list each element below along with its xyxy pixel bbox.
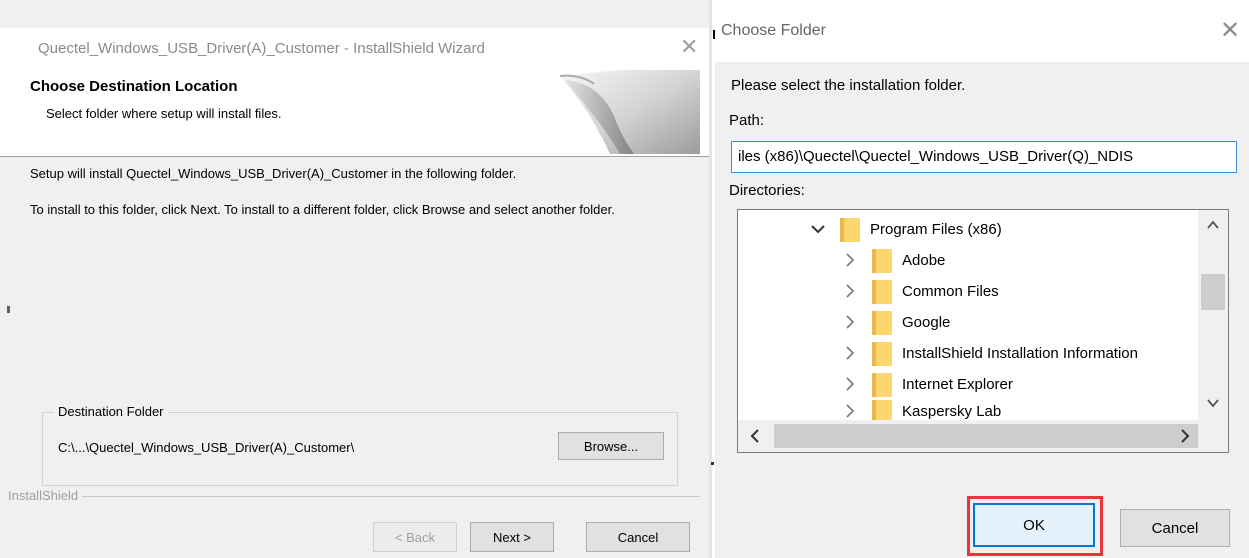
choose-folder-dialog: Choose Folder ✕ Please select the instal… — [715, 0, 1249, 558]
tree-item-label: Kaspersky Lab — [902, 402, 1002, 420]
folder-icon — [840, 218, 860, 242]
choose-folder-title: Choose Folder — [721, 22, 826, 39]
browse-button[interactable]: Browse... — [558, 432, 664, 460]
chevron-right-icon[interactable] — [842, 252, 858, 268]
tree-item-adobe[interactable]: Adobe — [842, 245, 945, 275]
tree-item-label: Program Files (x86) — [870, 220, 1002, 238]
wizard-window-title: Quectel_Windows_USB_Driver(A)_Customer -… — [38, 40, 485, 57]
page-curl-banner-icon — [560, 70, 700, 154]
tree-item-label: InstallShield Installation Information — [902, 344, 1138, 362]
vertical-scrollbar[interactable] — [1198, 210, 1228, 420]
wizard-instructions: To install to this folder, click Next. T… — [30, 202, 615, 217]
ok-button[interactable]: OK — [973, 503, 1095, 547]
choose-folder-cancel-button[interactable]: Cancel — [1120, 509, 1230, 547]
folder-icon — [872, 373, 892, 397]
folder-icon — [872, 280, 892, 304]
horizontal-scroll-thumb[interactable] — [774, 424, 1198, 448]
folder-icon — [872, 311, 892, 335]
directory-tree[interactable]: Program Files (x86) Adobe Common Files G… — [737, 209, 1229, 453]
edge-marker-mid — [711, 462, 714, 465]
back-button[interactable]: < Back — [373, 522, 457, 552]
installshield-brand-label: InstallShield — [8, 488, 83, 503]
tree-item-label: Adobe — [902, 251, 946, 269]
destination-folder-label: Destination Folder — [54, 404, 168, 419]
wizard-cancel-button[interactable]: Cancel — [586, 522, 690, 552]
horizontal-scrollbar[interactable] — [738, 420, 1228, 452]
tree-item-label: Common Files — [902, 282, 999, 300]
choose-folder-close-icon[interactable]: ✕ — [1220, 19, 1240, 43]
installshield-wizard-window: Quectel_Windows_USB_Driver(A)_Customer -… — [0, 0, 712, 558]
folder-icon — [872, 342, 892, 366]
scroll-up-arrow-icon[interactable] — [1206, 218, 1220, 232]
tree-item-installshield-info[interactable]: InstallShield Installation Information — [842, 338, 1138, 368]
tree-item-google[interactable]: Google — [842, 307, 950, 337]
tree-item-label: Internet Explorer — [902, 375, 1013, 393]
directories-label: Directories: — [729, 182, 805, 199]
wizard-subheading: Select folder where setup will install f… — [46, 106, 282, 121]
tree-item-program-files-x86[interactable]: Program Files (x86) — [810, 214, 1002, 244]
installshield-divider — [8, 496, 700, 497]
wizard-header-divider — [0, 156, 712, 157]
chevron-right-icon[interactable] — [842, 314, 858, 330]
path-label: Path: — [729, 112, 765, 129]
scroll-right-arrow-icon[interactable] — [1178, 428, 1192, 444]
tree-item-label: Google — [902, 313, 951, 331]
folder-icon — [872, 249, 892, 273]
vertical-scroll-thumb[interactable] — [1201, 274, 1225, 310]
edge-marker — [7, 306, 10, 313]
chevron-right-icon[interactable] — [842, 403, 858, 419]
chevron-right-icon[interactable] — [842, 283, 858, 299]
scroll-down-arrow-icon[interactable] — [1206, 396, 1220, 410]
tree-item-internet-explorer[interactable]: Internet Explorer — [842, 369, 1013, 399]
path-input[interactable]: iles (x86)\Quectel\Quectel_Windows_USB_D… — [731, 141, 1237, 173]
wizard-description: Setup will install Quectel_Windows_USB_D… — [30, 166, 517, 181]
tree-item-common-files[interactable]: Common Files — [842, 276, 999, 306]
window-divider — [709, 0, 712, 558]
chevron-right-icon[interactable] — [842, 376, 858, 392]
choose-folder-prompt: Please select the installation folder. — [731, 77, 966, 94]
wizard-close-icon[interactable]: ✕ — [680, 36, 698, 58]
destination-path: C:\...\Quectel_Windows_USB_Driver(A)_Cus… — [58, 440, 355, 455]
scroll-left-arrow-icon[interactable] — [748, 428, 762, 444]
chevron-down-icon[interactable] — [810, 221, 826, 237]
chevron-right-icon[interactable] — [842, 345, 858, 361]
wizard-heading: Choose Destination Location — [30, 78, 238, 95]
next-button[interactable]: Next > — [470, 522, 554, 552]
